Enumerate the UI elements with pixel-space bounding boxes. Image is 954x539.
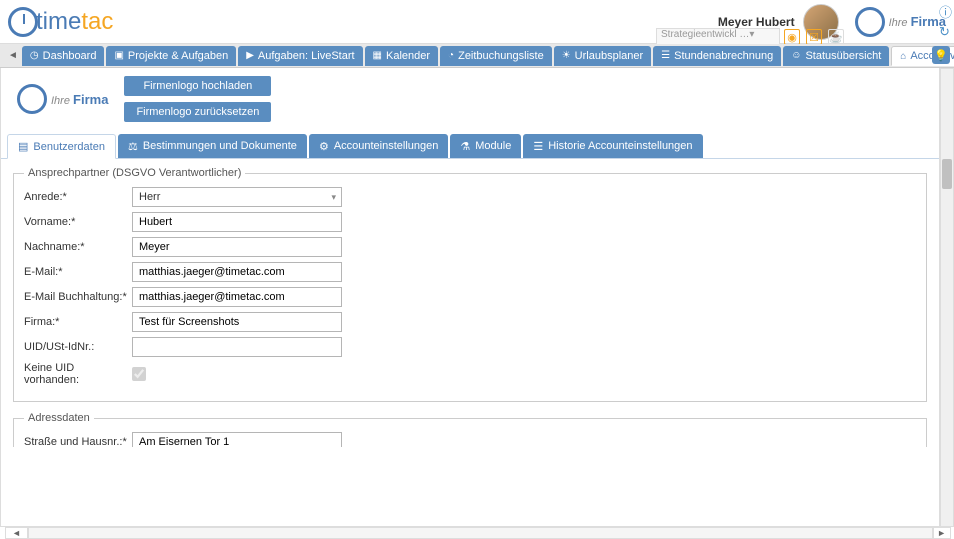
sub-tabstrip: ▤Benutzerdaten ⚖Bestimmungen und Dokumen… <box>1 134 939 159</box>
list-icon: ☰ <box>533 140 543 153</box>
input-firma[interactable] <box>132 312 342 332</box>
card-icon: ▤ <box>18 140 28 153</box>
horizontal-scrollbar[interactable] <box>28 527 934 539</box>
form-area: Ansprechpartner (DSGVO Verantwortlicher)… <box>1 159 939 447</box>
coffee-icon[interactable]: ☕ <box>828 29 844 45</box>
tab-urlaubsplaner[interactable]: ☀Urlaubsplaner <box>554 46 651 66</box>
folder-icon: ▣ <box>114 50 123 61</box>
calendar-icon: ▦ <box>373 50 382 61</box>
input-nachname[interactable] <box>132 237 342 257</box>
logo-text2: tac <box>81 8 113 36</box>
ring-icon <box>855 7 885 37</box>
vertical-scrollbar[interactable] <box>940 68 954 527</box>
subtab-bestimmungen[interactable]: ⚖Bestimmungen und Dokumente <box>118 134 307 158</box>
subtab-module[interactable]: ⚗Module <box>450 134 521 158</box>
input-uid[interactable] <box>132 337 342 357</box>
fieldset-ansprechpartner: Ansprechpartner (DSGVO Verantwortlicher)… <box>13 167 927 402</box>
input-email[interactable] <box>132 262 342 282</box>
upload-logo-button[interactable]: Firmenlogo hochladen <box>124 76 271 96</box>
list-icon: ☰ <box>661 50 670 61</box>
content-panel: Ihre Firma Firmenlogo hochladen Firmenlo… <box>0 68 940 527</box>
user-icon: ☺ <box>791 50 801 61</box>
tab-stundenabrechnung[interactable]: ☰Stundenabrechnung <box>653 46 781 66</box>
tab-dashboard[interactable]: ◷Dashboard <box>22 46 105 66</box>
play-icon: ▶ <box>246 50 254 61</box>
label-uid: UID/USt-IdNr.: <box>24 341 132 353</box>
tab-zeitbuchungsliste[interactable]: ◔Zeitbuchungsliste <box>440 46 552 66</box>
legend-ansprechpartner: Ansprechpartner (DSGVO Verantwortlicher) <box>24 167 245 179</box>
fieldset-adressdaten: Adressdaten Straße und Hausnr.:* PLZ:* O… <box>13 412 927 447</box>
flask-icon: ⚗ <box>460 140 470 153</box>
tab-projekte[interactable]: ▣Projekte & Aufgaben <box>106 46 236 66</box>
clock-icon: ◔ <box>448 50 454 61</box>
input-vorname[interactable] <box>132 212 342 232</box>
home-icon: ⌂ <box>900 51 906 62</box>
label-nachname: Nachname:* <box>24 241 132 253</box>
reset-logo-button[interactable]: Firmenlogo zurücksetzen <box>124 102 271 122</box>
main-tabstrip: ◄ ◷Dashboard ▣Projekte & Aufgaben ▶Aufga… <box>0 44 954 68</box>
label-email: E-Mail:* <box>24 266 132 278</box>
scale-icon: ⚖ <box>128 140 138 153</box>
edit-icon[interactable]: ☒ <box>806 29 822 45</box>
sun-icon: ☀ <box>562 50 571 61</box>
legend-adressdaten: Adressdaten <box>24 412 94 424</box>
tab-kalender[interactable]: ▦Kalender <box>365 46 439 66</box>
gauge-icon: ◷ <box>30 50 39 61</box>
logo-text1: time <box>36 8 81 36</box>
subtab-accounteinstellungen[interactable]: ⚙Accounteinstellungen <box>309 134 448 158</box>
label-keine-uid: Keine UID vorhanden: <box>24 362 132 386</box>
refresh-icon[interactable]: ↻ <box>939 24 952 40</box>
tab-statusuebersicht[interactable]: ☺Statusübersicht <box>783 46 889 66</box>
tab-aufgaben-livestart[interactable]: ▶Aufgaben: LiveStart <box>238 46 362 66</box>
select-anrede[interactable]: Herr <box>132 187 342 207</box>
company-logo-content: Ihre Firma <box>17 84 108 114</box>
clock-icon <box>8 7 38 37</box>
input-email-buchhaltung[interactable] <box>132 287 342 307</box>
label-email-buchhaltung: E-Mail Buchhaltung:* <box>24 291 132 303</box>
label-vorname: Vorname:* <box>24 216 132 228</box>
ring-icon <box>17 84 47 114</box>
label-strasse: Straße und Hausnr.:* <box>24 436 132 447</box>
tabs-scroll-left[interactable]: ◄ <box>4 50 22 61</box>
hint-bulb[interactable]: 💡 <box>932 46 950 64</box>
app-logo: timetac <box>8 7 113 37</box>
info-icon[interactable]: ⓘ <box>939 2 952 21</box>
header: timetac Strategieentwickl … ◉ ☒ ☕ Meyer … <box>0 0 954 44</box>
content-topbar: Ihre Firma Firmenlogo hochladen Firmenlo… <box>1 68 939 130</box>
input-strasse[interactable] <box>132 432 342 447</box>
label-firma: Firma:* <box>24 316 132 328</box>
scrollbar-thumb[interactable] <box>942 159 952 189</box>
label-anrede: Anrede:* <box>24 191 132 203</box>
gears-icon: ⚙ <box>319 140 329 153</box>
subtab-historie[interactable]: ☰Historie Accounteinstellungen <box>523 134 702 158</box>
checkbox-keine-uid[interactable] <box>132 367 146 381</box>
company-logo-header: Ihre Firma <box>855 7 946 37</box>
record-icon[interactable]: ◉ <box>784 29 800 45</box>
subtab-benutzerdaten[interactable]: ▤Benutzerdaten <box>7 134 116 159</box>
user-name: Meyer Hubert <box>718 15 795 29</box>
